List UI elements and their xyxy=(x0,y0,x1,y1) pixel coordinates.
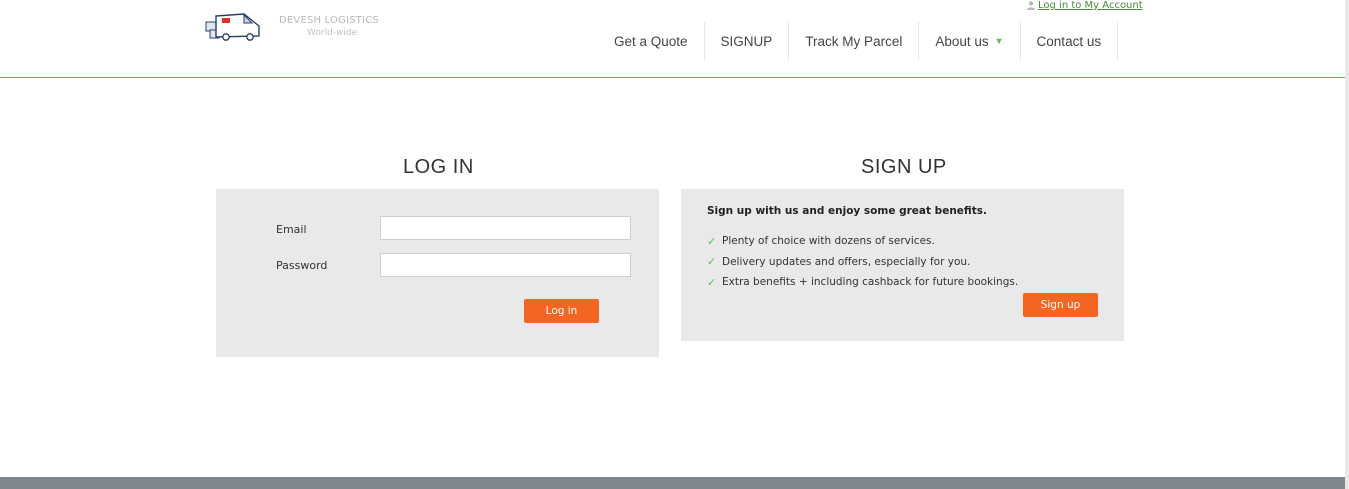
signup-button[interactable]: Sign up xyxy=(1023,293,1098,317)
nav-item-label: Track My Parcel xyxy=(805,33,903,49)
password-field[interactable] xyxy=(380,253,631,277)
check-icon: ✓ xyxy=(707,234,717,248)
caret-down-icon: ▼ xyxy=(994,36,1004,46)
nav-about-us[interactable]: About us ▼ xyxy=(919,22,1021,60)
benefit-text: Extra benefits + including cashback for … xyxy=(722,276,1019,289)
footer-bar xyxy=(0,477,1345,489)
benefit-text: Plenty of choice with dozens of services… xyxy=(722,235,935,248)
benefit-text: Delivery updates and offers, especially … xyxy=(722,255,971,268)
site-header: DEVESH LOGISTICS World-wide Log in to My… xyxy=(0,0,1345,79)
nav-item-label: Contact us xyxy=(1036,33,1102,49)
account-link-label: Log in to My Account xyxy=(1038,0,1143,11)
nav-item-label: SIGNUP xyxy=(720,33,773,49)
nav-contact-us[interactable]: Contact us xyxy=(1021,22,1119,60)
email-label: Email xyxy=(276,223,307,236)
header-divider xyxy=(0,77,1345,78)
nav-item-label: About us xyxy=(935,33,989,49)
password-label: Password xyxy=(276,259,328,272)
main-nav: Get a Quote SIGNUP Track My Parcel About… xyxy=(598,22,1119,60)
nav-item-label: Get a Quote xyxy=(614,33,688,49)
email-field[interactable] xyxy=(380,216,631,240)
signup-panel: Sign up with us and enjoy some great ben… xyxy=(681,189,1124,341)
brand-tagline: World-wide xyxy=(307,28,358,38)
list-item: ✓ Plenty of choice with dozens of servic… xyxy=(707,231,1018,252)
login-button[interactable]: Log in xyxy=(524,299,599,323)
login-title: LOG IN xyxy=(403,156,474,178)
account-login-link[interactable]: Log in to My Account xyxy=(1027,0,1143,11)
signup-intro: Sign up with us and enjoy some great ben… xyxy=(707,205,987,217)
nav-signup[interactable]: SIGNUP xyxy=(705,22,790,60)
delivery-van-icon[interactable] xyxy=(204,10,262,42)
signup-title: SIGN UP xyxy=(861,156,947,178)
benefits-list: ✓ Plenty of choice with dozens of servic… xyxy=(707,231,1018,293)
check-icon: ✓ xyxy=(707,275,717,289)
brand-name: DEVESH LOGISTICS xyxy=(279,15,379,26)
nav-get-a-quote[interactable]: Get a Quote xyxy=(598,22,705,60)
user-icon xyxy=(1027,1,1035,10)
nav-track-my-parcel[interactable]: Track My Parcel xyxy=(789,22,920,60)
window-edge xyxy=(1345,0,1349,489)
login-panel: Email Password Log in xyxy=(216,189,659,357)
list-item: ✓ Extra benefits + including cashback fo… xyxy=(707,272,1018,293)
list-item: ✓ Delivery updates and offers, especiall… xyxy=(707,252,1018,273)
check-icon: ✓ xyxy=(707,255,717,269)
